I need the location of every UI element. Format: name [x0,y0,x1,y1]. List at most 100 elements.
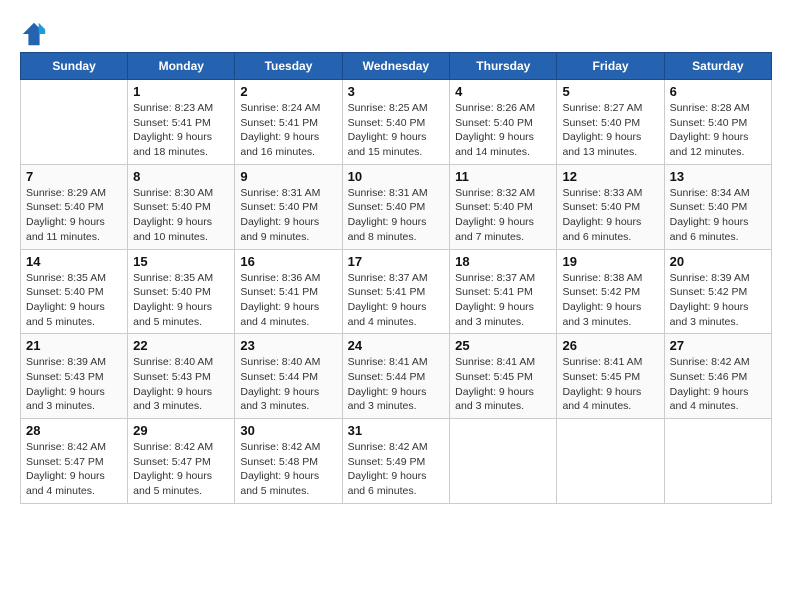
day-number: 30 [240,423,336,438]
day-info: Sunrise: 8:42 AM Sunset: 5:46 PM Dayligh… [670,355,766,414]
calendar-cell: 23 Sunrise: 8:40 AM Sunset: 5:44 PM Dayli… [235,334,342,419]
day-number: 20 [670,254,766,269]
day-info: Sunrise: 8:35 AM Sunset: 5:40 PM Dayligh… [133,271,229,330]
day-number: 8 [133,169,229,184]
calendar-cell: 4 Sunrise: 8:26 AM Sunset: 5:40 PM Daylig… [450,80,557,165]
calendar-cell: 6 Sunrise: 8:28 AM Sunset: 5:40 PM Daylig… [664,80,771,165]
weekday-header-tuesday: Tuesday [235,53,342,80]
calendar-cell: 30 Sunrise: 8:42 AM Sunset: 5:48 PM Dayli… [235,419,342,504]
calendar-cell: 10 Sunrise: 8:31 AM Sunset: 5:40 PM Dayli… [342,164,450,249]
calendar-cell: 31 Sunrise: 8:42 AM Sunset: 5:49 PM Dayli… [342,419,450,504]
day-info: Sunrise: 8:24 AM Sunset: 5:41 PM Dayligh… [240,101,336,160]
calendar-cell: 25Sunrise: 8:41 AM Sunset: 5:45 PM Dayli… [450,334,557,419]
calendar-cell: 16Sunrise: 8:36 AM Sunset: 5:41 PM Dayli… [235,249,342,334]
logo-icon [20,20,48,48]
day-number: 7 [26,169,122,184]
calendar-cell: 24 Sunrise: 8:41 AM Sunset: 5:44 PM Dayli… [342,334,450,419]
day-info: Sunrise: 8:25 AM Sunset: 5:40 PM Dayligh… [348,101,445,160]
day-number: 24 [348,338,445,353]
day-info: Sunrise: 8:39 AM Sunset: 5:42 PM Dayligh… [670,271,766,330]
weekday-header-monday: Monday [128,53,235,80]
page-container: SundayMondayTuesdayWednesdayThursdayFrid… [20,20,772,504]
day-info: Sunrise: 8:33 AM Sunset: 5:40 PM Dayligh… [562,186,658,245]
calendar-cell: 29 Sunrise: 8:42 AM Sunset: 5:47 PM Dayli… [128,419,235,504]
day-info: Sunrise: 8:41 AM Sunset: 5:44 PM Dayligh… [348,355,445,414]
day-number: 3 [348,84,445,99]
calendar-week-5: 28 Sunrise: 8:42 AM Sunset: 5:47 PM Dayli… [21,419,772,504]
day-info: Sunrise: 8:30 AM Sunset: 5:40 PM Dayligh… [133,186,229,245]
day-info: Sunrise: 8:31 AM Sunset: 5:40 PM Dayligh… [348,186,445,245]
day-number: 12 [562,169,658,184]
day-number: 22 [133,338,229,353]
day-number: 6 [670,84,766,99]
calendar-cell: 17 Sunrise: 8:37 AM Sunset: 5:41 PM Dayli… [342,249,450,334]
calendar-cell: 8 Sunrise: 8:30 AM Sunset: 5:40 PM Daylig… [128,164,235,249]
day-info: Sunrise: 8:31 AM Sunset: 5:40 PM Dayligh… [240,186,336,245]
day-number: 2 [240,84,336,99]
calendar-cell: 13 Sunrise: 8:34 AM Sunset: 5:40 PM Dayli… [664,164,771,249]
calendar-cell: 3 Sunrise: 8:25 AM Sunset: 5:40 PM Daylig… [342,80,450,165]
weekday-header-row: SundayMondayTuesdayWednesdayThursdayFrid… [21,53,772,80]
day-info: Sunrise: 8:42 AM Sunset: 5:47 PM Dayligh… [133,440,229,499]
logo [20,20,52,48]
day-info: Sunrise: 8:42 AM Sunset: 5:48 PM Dayligh… [240,440,336,499]
day-number: 27 [670,338,766,353]
calendar-table: SundayMondayTuesdayWednesdayThursdayFrid… [20,52,772,504]
calendar-week-1: 1 Sunrise: 8:23 AM Sunset: 5:41 PM Daylig… [21,80,772,165]
day-info: Sunrise: 8:28 AM Sunset: 5:40 PM Dayligh… [670,101,766,160]
day-number: 18 [455,254,551,269]
calendar-cell: 19Sunrise: 8:38 AM Sunset: 5:42 PM Dayli… [557,249,664,334]
calendar-cell [450,419,557,504]
day-info: Sunrise: 8:27 AM Sunset: 5:40 PM Dayligh… [562,101,658,160]
calendar-week-4: 21 Sunrise: 8:39 AM Sunset: 5:43 PM Dayli… [21,334,772,419]
calendar-cell: 28 Sunrise: 8:42 AM Sunset: 5:47 PM Dayli… [21,419,128,504]
calendar-cell: 12 Sunrise: 8:33 AM Sunset: 5:40 PM Dayli… [557,164,664,249]
calendar-cell: 2 Sunrise: 8:24 AM Sunset: 5:41 PM Daylig… [235,80,342,165]
weekday-header-sunday: Sunday [21,53,128,80]
day-info: Sunrise: 8:26 AM Sunset: 5:40 PM Dayligh… [455,101,551,160]
weekday-header-saturday: Saturday [664,53,771,80]
calendar-cell [664,419,771,504]
day-number: 17 [348,254,445,269]
calendar-cell: 7Sunrise: 8:29 AM Sunset: 5:40 PM Daylig… [21,164,128,249]
weekday-header-wednesday: Wednesday [342,53,450,80]
day-number: 10 [348,169,445,184]
calendar-cell: 15Sunrise: 8:35 AM Sunset: 5:40 PM Dayli… [128,249,235,334]
day-number: 23 [240,338,336,353]
calendar-cell: 9Sunrise: 8:31 AM Sunset: 5:40 PM Daylig… [235,164,342,249]
day-info: Sunrise: 8:34 AM Sunset: 5:40 PM Dayligh… [670,186,766,245]
day-number: 4 [455,84,551,99]
day-info: Sunrise: 8:41 AM Sunset: 5:45 PM Dayligh… [562,355,658,414]
calendar-cell [21,80,128,165]
day-number: 29 [133,423,229,438]
day-info: Sunrise: 8:38 AM Sunset: 5:42 PM Dayligh… [562,271,658,330]
calendar-cell: 14Sunrise: 8:35 AM Sunset: 5:40 PM Dayli… [21,249,128,334]
day-number: 5 [562,84,658,99]
day-info: Sunrise: 8:37 AM Sunset: 5:41 PM Dayligh… [455,271,551,330]
day-number: 31 [348,423,445,438]
day-info: Sunrise: 8:40 AM Sunset: 5:44 PM Dayligh… [240,355,336,414]
day-number: 13 [670,169,766,184]
weekday-header-thursday: Thursday [450,53,557,80]
day-info: Sunrise: 8:35 AM Sunset: 5:40 PM Dayligh… [26,271,122,330]
calendar-cell [557,419,664,504]
weekday-header-friday: Friday [557,53,664,80]
calendar-cell: 1 Sunrise: 8:23 AM Sunset: 5:41 PM Daylig… [128,80,235,165]
day-info: Sunrise: 8:39 AM Sunset: 5:43 PM Dayligh… [26,355,122,414]
calendar-cell: 5 Sunrise: 8:27 AM Sunset: 5:40 PM Daylig… [557,80,664,165]
day-number: 25 [455,338,551,353]
calendar-cell: 18 Sunrise: 8:37 AM Sunset: 5:41 PM Dayli… [450,249,557,334]
day-info: Sunrise: 8:32 AM Sunset: 5:40 PM Dayligh… [455,186,551,245]
day-number: 26 [562,338,658,353]
day-info: Sunrise: 8:42 AM Sunset: 5:47 PM Dayligh… [26,440,122,499]
day-number: 11 [455,169,551,184]
day-number: 21 [26,338,122,353]
day-number: 28 [26,423,122,438]
day-number: 1 [133,84,229,99]
day-info: Sunrise: 8:23 AM Sunset: 5:41 PM Dayligh… [133,101,229,160]
calendar-week-2: 7Sunrise: 8:29 AM Sunset: 5:40 PM Daylig… [21,164,772,249]
calendar-cell: 26 Sunrise: 8:41 AM Sunset: 5:45 PM Dayli… [557,334,664,419]
header [20,20,772,48]
day-info: Sunrise: 8:37 AM Sunset: 5:41 PM Dayligh… [348,271,445,330]
day-info: Sunrise: 8:42 AM Sunset: 5:49 PM Dayligh… [348,440,445,499]
